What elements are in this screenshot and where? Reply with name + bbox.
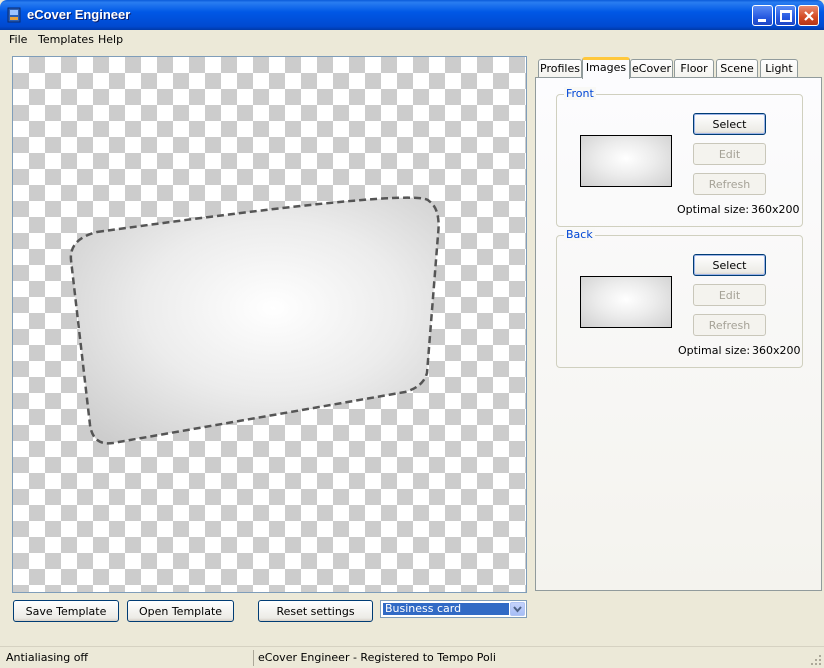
tab-images[interactable]: Images [582,57,630,79]
tab-floor[interactable]: Floor [674,59,714,78]
front-refresh-button[interactable]: Refresh [693,173,766,195]
front-optimal-size-value: 360x200 [751,203,800,216]
business-card-shape [69,196,440,445]
status-bar: Antialiasing off eCover Engineer - Regis… [0,646,824,668]
chevron-down-icon [513,606,522,613]
save-template-button[interactable]: Save Template [13,600,119,622]
back-group: Back Select Edit Refresh Optimal size: 3… [556,228,803,368]
tab-scene[interactable]: Scene [716,59,758,78]
minimize-button[interactable] [752,5,773,26]
maximize-button[interactable] [775,5,796,26]
front-edit-button[interactable]: Edit [693,143,766,165]
resize-grip-icon[interactable] [810,654,822,666]
tab-ecover[interactable]: eCover [630,59,673,78]
back-group-title: Back [564,228,595,241]
back-refresh-button[interactable]: Refresh [693,314,766,336]
front-select-button[interactable]: Select [693,113,766,135]
front-group: Front Select Edit Refresh Optimal size: … [556,87,803,227]
menu-help[interactable]: Help [98,33,123,46]
template-type-value: Business card [383,603,509,615]
close-icon [804,11,814,21]
cover-render [69,196,440,445]
reset-settings-button[interactable]: Reset settings [258,600,373,622]
maximize-icon [780,10,792,22]
menu-bar: File Templates Help [0,30,824,49]
status-antialiasing: Antialiasing off [6,651,89,664]
status-registration: eCover Engineer - Registered to Tempo Po… [258,651,496,664]
cover-preview-canvas[interactable] [12,56,527,593]
back-select-button[interactable]: Select [693,254,766,276]
back-edit-button[interactable]: Edit [693,284,766,306]
front-image-thumbnail [580,135,672,187]
title-bar[interactable]: eCover Engineer [0,0,824,30]
back-image-thumbnail [580,276,672,328]
dropdown-button[interactable] [510,602,525,616]
open-template-button[interactable]: Open Template [127,600,234,622]
menu-file[interactable]: File [9,33,27,46]
template-type-select[interactable]: Business card [380,600,527,618]
front-group-title: Front [564,87,596,100]
back-optimal-size-label: Optimal size: [678,344,751,357]
menu-templates[interactable]: Templates [38,33,94,46]
window-title: eCover Engineer [27,7,131,22]
front-optimal-size-label: Optimal size: [677,203,750,216]
tab-profiles[interactable]: Profiles [538,59,582,78]
close-button[interactable] [798,5,819,26]
images-tab-panel: Front Select Edit Refresh Optimal size: … [535,77,822,591]
minimize-icon [758,19,766,22]
back-optimal-size-value: 360x200 [752,344,801,357]
app-icon [7,7,21,23]
tab-light[interactable]: Light [760,59,798,78]
